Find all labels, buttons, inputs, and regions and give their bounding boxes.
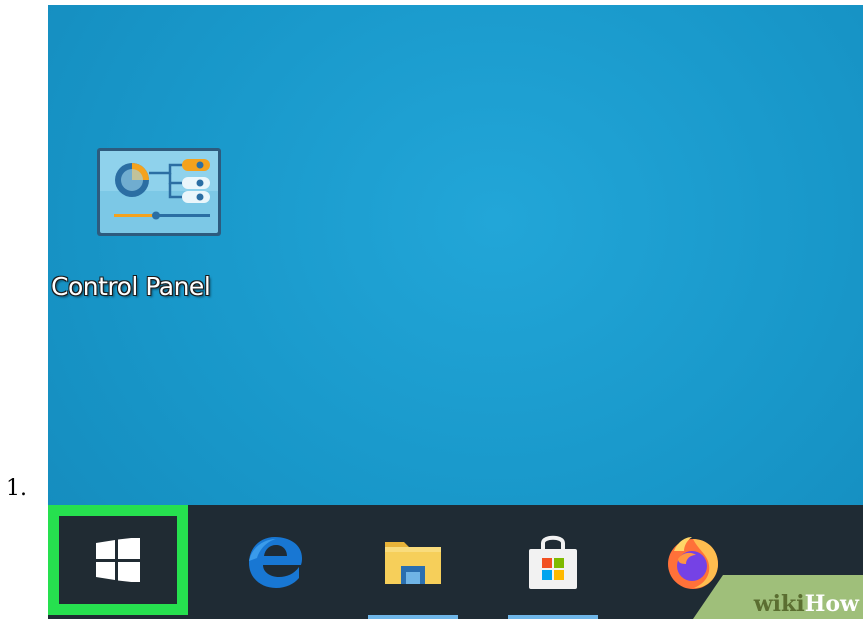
desktop-icon-control-panel[interactable]: Control Panel <box>48 145 288 315</box>
watermark-wiki: wiki <box>753 591 805 617</box>
windows-logo-icon <box>96 538 140 582</box>
running-indicator <box>368 615 458 619</box>
edge-icon <box>249 537 302 588</box>
list-marker: 1. <box>6 476 27 501</box>
control-panel-icon <box>97 148 221 236</box>
wikihow-watermark: wikiHow <box>693 575 863 619</box>
desktop-screen: Control Panel wikiHow <box>48 5 863 619</box>
store-bag-icon <box>529 535 577 589</box>
file-explorer-taskbar-button[interactable] <box>358 505 468 619</box>
folder-icon <box>385 542 441 584</box>
edge-taskbar-button[interactable] <box>220 505 330 619</box>
taskbar: wikiHow <box>48 505 863 619</box>
store-taskbar-button[interactable] <box>498 505 608 619</box>
desktop-icon-label: Control Panel <box>51 272 211 301</box>
running-indicator <box>508 615 598 619</box>
watermark-how: How <box>804 591 859 617</box>
start-button[interactable] <box>48 505 188 615</box>
